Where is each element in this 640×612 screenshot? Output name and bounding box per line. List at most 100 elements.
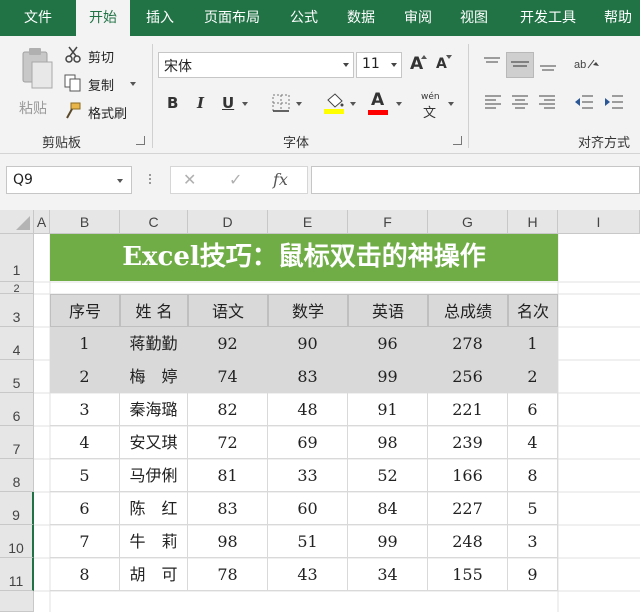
copy-button[interactable]: 复制 — [64, 74, 154, 94]
table-cell[interactable]: 83 — [188, 492, 268, 525]
column-header[interactable]: A — [34, 210, 50, 234]
bold-button[interactable]: B — [167, 94, 178, 112]
copy-dropdown-icon[interactable] — [130, 82, 136, 86]
tab-home[interactable]: 开始 — [76, 0, 130, 36]
column-header[interactable]: E — [268, 210, 348, 234]
table-cell[interactable]: 98 — [348, 426, 428, 459]
table-cell[interactable]: 34 — [348, 558, 428, 591]
row-header[interactable]: 3 — [0, 294, 34, 327]
align-left-icon[interactable] — [484, 94, 502, 110]
table-cell[interactable]: 3 — [50, 393, 120, 426]
row-header[interactable]: 5 — [0, 360, 34, 393]
table-cell[interactable]: 6 — [50, 492, 120, 525]
table-cell[interactable]: 马伊俐 — [120, 459, 188, 492]
orientation-icon[interactable]: ab — [572, 54, 602, 72]
table-cell[interactable]: 陈 红 — [120, 492, 188, 525]
table-cell[interactable]: 5 — [50, 459, 120, 492]
font-launcher-icon[interactable] — [453, 136, 462, 145]
paste-button[interactable]: 粘贴 — [14, 46, 58, 126]
align-center-icon[interactable] — [511, 94, 529, 110]
table-cell[interactable]: 牛 莉 — [120, 525, 188, 558]
insert-function-icon[interactable]: fx — [273, 170, 288, 189]
column-header[interactable]: H — [508, 210, 558, 234]
table-cell[interactable]: 82 — [188, 393, 268, 426]
table-cell[interactable]: 蒋勤勤 — [120, 327, 188, 360]
table-header-cell[interactable]: 名次 — [508, 294, 558, 327]
table-cell[interactable]: 1 — [50, 327, 120, 360]
tab-data[interactable]: 数据 — [336, 0, 386, 36]
tab-page-layout[interactable]: 页面布局 — [192, 0, 272, 36]
row-header[interactable]: 10 — [0, 525, 34, 558]
font-color-button[interactable]: A — [371, 90, 384, 110]
table-cell[interactable]: 91 — [348, 393, 428, 426]
cut-button[interactable]: 剪切 — [64, 46, 154, 66]
borders-icon[interactable] — [272, 94, 290, 112]
table-cell[interactable]: 84 — [348, 492, 428, 525]
table-cell[interactable]: 227 — [428, 492, 508, 525]
table-cell[interactable]: 3 — [508, 525, 558, 558]
column-header[interactable]: C — [120, 210, 188, 234]
worksheet-grid[interactable]: A B C D E F G H I 1 2 3 4 5 6 7 8 9 10 1… — [0, 210, 640, 612]
row-header[interactable]: 6 — [0, 393, 34, 426]
phonetic-guide-button[interactable]: 文 — [423, 102, 436, 121]
table-cell[interactable]: 239 — [428, 426, 508, 459]
table-header-cell[interactable]: 数学 — [268, 294, 348, 327]
table-cell[interactable]: 278 — [428, 327, 508, 360]
table-header-cell[interactable]: 姓 名 — [120, 294, 188, 327]
table-cell[interactable]: 8 — [508, 459, 558, 492]
font-name-combo[interactable]: 宋体 — [158, 52, 354, 78]
table-cell[interactable]: 43 — [268, 558, 348, 591]
fill-color-icon[interactable] — [324, 92, 344, 114]
table-header-cell[interactable]: 英语 — [348, 294, 428, 327]
table-cell[interactable]: 6 — [508, 393, 558, 426]
table-cell[interactable]: 安又琪 — [120, 426, 188, 459]
formula-bar-grip-icon[interactable] — [148, 172, 152, 188]
table-cell[interactable]: 秦海璐 — [120, 393, 188, 426]
table-cell[interactable]: 48 — [268, 393, 348, 426]
table-cell[interactable]: 4 — [508, 426, 558, 459]
row-header[interactable]: 4 — [0, 327, 34, 360]
select-all-corner[interactable] — [0, 210, 34, 234]
table-cell[interactable]: 92 — [188, 327, 268, 360]
table-header-cell[interactable]: 总成绩 — [428, 294, 508, 327]
tab-file[interactable]: 文件 — [8, 0, 68, 36]
decrease-indent-icon[interactable] — [574, 94, 594, 110]
tab-review[interactable]: 审阅 — [394, 0, 442, 36]
column-header[interactable]: G — [428, 210, 508, 234]
table-cell[interactable]: 60 — [268, 492, 348, 525]
table-cell[interactable]: 248 — [428, 525, 508, 558]
table-header-cell[interactable]: 序号 — [50, 294, 120, 327]
table-cell[interactable]: 96 — [348, 327, 428, 360]
tab-developer[interactable]: 开发工具 — [508, 0, 588, 36]
sheet-title-cell[interactable]: Excel技巧：鼠标双击的神操作 — [50, 234, 558, 281]
italic-button[interactable]: I — [197, 94, 204, 112]
row-header[interactable] — [0, 591, 34, 612]
cancel-icon[interactable]: ✕ — [183, 170, 196, 189]
column-header[interactable]: B — [50, 210, 120, 234]
table-cell[interactable]: 166 — [428, 459, 508, 492]
underline-button[interactable]: U — [222, 94, 234, 112]
clipboard-launcher-icon[interactable] — [136, 136, 145, 145]
table-cell[interactable]: 78 — [188, 558, 268, 591]
enter-icon[interactable]: ✓ — [229, 170, 242, 189]
tab-help[interactable]: 帮助 — [596, 0, 640, 36]
table-cell[interactable]: 99 — [348, 525, 428, 558]
tab-formulas[interactable]: 公式 — [280, 0, 328, 36]
table-cell[interactable]: 83 — [268, 360, 348, 393]
increase-indent-icon[interactable] — [604, 94, 624, 110]
formula-input[interactable] — [311, 166, 640, 194]
align-middle-button[interactable] — [506, 52, 534, 78]
row-header[interactable]: 1 — [0, 234, 34, 282]
table-cell[interactable]: 2 — [50, 360, 120, 393]
column-header[interactable]: F — [348, 210, 428, 234]
table-cell[interactable]: 256 — [428, 360, 508, 393]
table-cell[interactable]: 2 — [508, 360, 558, 393]
table-cell[interactable]: 72 — [188, 426, 268, 459]
table-cell[interactable]: 81 — [188, 459, 268, 492]
table-cell[interactable]: 胡 可 — [120, 558, 188, 591]
table-cell[interactable]: 52 — [348, 459, 428, 492]
name-box[interactable]: Q9 — [6, 166, 132, 194]
row-header[interactable]: 8 — [0, 459, 34, 492]
table-cell[interactable]: 155 — [428, 558, 508, 591]
table-cell[interactable]: 9 — [508, 558, 558, 591]
